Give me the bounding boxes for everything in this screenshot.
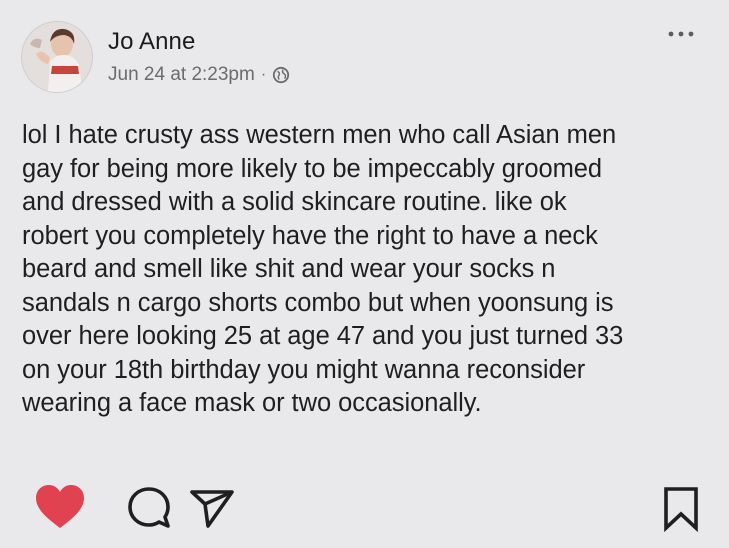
more-options-button[interactable] [661, 22, 701, 46]
avatar-image [22, 22, 92, 92]
bookmark-icon [664, 487, 698, 533]
save-button[interactable] [662, 486, 700, 537]
comment-button[interactable] [126, 486, 172, 535]
heart-icon [36, 485, 84, 528]
post-card: Jo Anne Jun 24 at 2:23pm · lol I hate cr… [0, 0, 729, 548]
globe-icon [273, 66, 290, 84]
like-button[interactable] [34, 484, 86, 535]
post-body-text: lol I hate crusty ass western men who ca… [22, 121, 624, 417]
meta-separator: · [260, 66, 267, 83]
send-icon [190, 490, 234, 528]
ellipsis-icon [668, 31, 694, 37]
action-bar [0, 482, 729, 542]
author-name[interactable]: Jo Anne [108, 28, 195, 56]
avatar[interactable] [22, 22, 92, 92]
share-button[interactable] [188, 486, 236, 535]
post-timestamp[interactable]: Jun 24 at 2:23pm [108, 64, 255, 86]
comment-icon [128, 487, 170, 528]
post-meta: Jun 24 at 2:23pm · [108, 64, 290, 86]
